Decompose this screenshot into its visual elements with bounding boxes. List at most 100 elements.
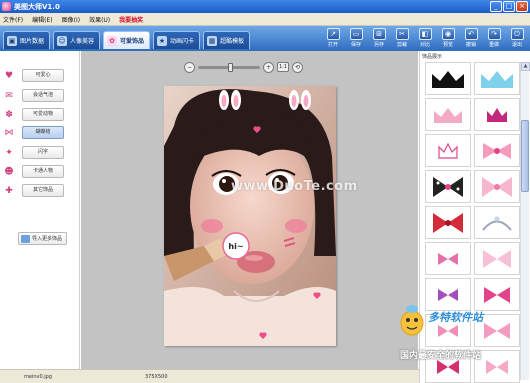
canvas-area: − + 1:1 ⟲ hi~ www.DuoTe.com: [81, 51, 418, 369]
sticker-magenta-crown[interactable]: [474, 98, 520, 131]
crown-icon: [487, 107, 507, 122]
category-button[interactable]: 卡通人物: [22, 165, 64, 178]
menu-effect[interactable]: 效果(U): [89, 15, 110, 24]
tab-image-data[interactable]: ▣ 图片数据: [3, 31, 51, 49]
heart-icon: ♥: [4, 70, 14, 81]
sticker-outline-crown[interactable]: [425, 134, 471, 167]
exit-button[interactable]: ⏻ 退出: [506, 27, 528, 50]
category-button[interactable]: 闪字: [22, 146, 64, 159]
sticker-tiara[interactable]: [474, 206, 520, 239]
category-button[interactable]: 会话气泡: [22, 89, 64, 102]
title-bar: 美图大师V1.0 _ □ ×: [0, 0, 530, 13]
menu-lottery[interactable]: 我要抽奖: [119, 15, 143, 24]
tiara-icon: [482, 216, 512, 231]
menu-image[interactable]: 图像(I): [62, 15, 80, 24]
sticker-pink-bow[interactable]: [474, 134, 520, 167]
crown-icon: [432, 70, 464, 88]
tab-label: 图片数据: [20, 38, 45, 45]
status-image-size: 375X500: [145, 373, 168, 380]
sticker-light-pink-bow[interactable]: [474, 242, 520, 275]
category-other[interactable]: ✚ 其它饰品: [2, 184, 78, 197]
redo-icon: ↷: [487, 28, 501, 40]
window-title: 美图大师V1.0: [14, 2, 60, 11]
sticker-red-bow[interactable]: [425, 206, 471, 239]
open-icon: ↗: [326, 28, 340, 40]
undo-button[interactable]: ↶ 撤销: [460, 27, 482, 50]
site-watermark-title: 多特软件站: [428, 311, 483, 324]
sticker-polka-bow[interactable]: [425, 170, 471, 203]
face-icon: ☺: [57, 35, 68, 46]
bow-icon: ⋈: [4, 127, 14, 138]
tool-label: 对比: [419, 42, 430, 48]
actual-size-button[interactable]: 1:1: [277, 62, 289, 72]
sticker-pink-checkered-bow[interactable]: [474, 170, 520, 203]
compare-button[interactable]: ◧ 对比: [414, 27, 436, 50]
tab-label: 人像美容: [70, 38, 95, 45]
status-bar: meinv0.jpg 375X500: [0, 369, 419, 383]
menu-bar: 文件(F) 编辑(E) 图像(I) 效果(U) 我要抽奖: [0, 13, 530, 26]
photo-canvas[interactable]: hi~: [164, 86, 336, 346]
power-icon: ⏻: [510, 28, 524, 40]
crop-button[interactable]: ✂ 剪裁: [391, 27, 413, 50]
category-animals[interactable]: ✽ 可爱动物: [2, 108, 78, 121]
bow-icon: [433, 212, 463, 233]
zoom-in-button[interactable]: +: [263, 61, 274, 73]
category-button[interactable]: 其它饰品: [22, 184, 64, 197]
tab-templates[interactable]: ▦ 超酷模板: [203, 31, 251, 49]
image-data-icon: ▣: [7, 35, 17, 46]
import-more-stickers-button[interactable]: 导入更多饰品: [18, 232, 68, 245]
tab-animation[interactable]: ★ 动画闪卡: [153, 31, 201, 49]
category-hearts[interactable]: ♥ 可爱心: [2, 69, 78, 82]
import-icon: [21, 234, 30, 243]
sticker-black-crown[interactable]: [425, 62, 471, 95]
maximize-button[interactable]: □: [503, 1, 515, 12]
close-button[interactable]: ×: [516, 1, 528, 12]
tab-cute-stickers[interactable]: ✿ 可爱饰品: [103, 31, 151, 49]
scroll-up-arrow-icon[interactable]: ▲: [521, 62, 530, 71]
fit-window-button[interactable]: ⟲: [292, 61, 303, 73]
save-button[interactable]: ▭ 保存: [345, 27, 367, 50]
menu-edit[interactable]: 编辑(E): [32, 15, 52, 24]
zoom-bar: − + 1:1 ⟲: [184, 60, 303, 74]
open-button[interactable]: ↗ 打开: [322, 27, 344, 50]
category-button[interactable]: 可爱心: [22, 69, 64, 82]
zoom-slider[interactable]: [198, 62, 260, 72]
redo-button[interactable]: ↷ 重做: [483, 27, 505, 50]
crown-icon: [481, 70, 513, 88]
tool-label: 预览: [442, 42, 453, 48]
zoom-out-button[interactable]: −: [184, 61, 195, 73]
zoom-slider-thumb[interactable]: [227, 62, 233, 72]
save-as-icon: ⊞: [372, 28, 386, 40]
crown-icon: [438, 142, 458, 159]
tab-beauty[interactable]: ☺ 人像美容: [53, 31, 101, 49]
undo-icon: ↶: [464, 28, 478, 40]
tool-label: 打开: [327, 42, 338, 48]
mode-tabs: ▣ 图片数据 ☺ 人像美容 ✿ 可爱饰品 ★ 动画闪卡 ▦ 超酷模板: [3, 31, 251, 49]
speech-bubble-icon: ✉: [5, 90, 13, 101]
category-button[interactable]: 蝴蝶结: [22, 126, 64, 139]
category-button[interactable]: 可爱动物: [22, 108, 64, 121]
preview-button[interactable]: ◉ 预览: [437, 27, 459, 50]
category-speech-bubbles[interactable]: ✉ 会话气泡: [2, 89, 78, 102]
category-sparkle-text[interactable]: ✦ 闪字: [2, 146, 78, 159]
category-cartoon[interactable]: ☻ 卡通人物: [2, 165, 78, 178]
menu-file[interactable]: 文件(F): [3, 15, 23, 24]
tool-label: 退出: [511, 42, 522, 48]
tool-buttons: ↗ 打开 ▭ 保存 ⊞ 另存 ✂ 剪裁 ◧ 对比 ◉ 预览 ↶ 撤销 ↷ 重做: [322, 27, 528, 50]
save-as-button[interactable]: ⊞ 另存: [368, 27, 390, 50]
gallery-title: 饰品展示: [422, 54, 443, 60]
import-label: 导入更多饰品: [32, 236, 63, 242]
bow-icon: [438, 252, 458, 265]
sticker-blue-crown[interactable]: [474, 62, 520, 95]
bow-icon: [482, 176, 512, 197]
sticker-pink-crown[interactable]: [425, 98, 471, 131]
scrollbar-thumb[interactable]: [521, 120, 529, 192]
portrait-photo: hi~: [164, 86, 336, 346]
cartoon-face-icon: ☻: [4, 166, 14, 177]
sticker-small-pink-bow[interactable]: [425, 242, 471, 275]
minimize-button[interactable]: _: [490, 1, 502, 12]
sparkle-icon: ✦: [5, 147, 13, 158]
mascot-logo: [400, 305, 424, 336]
tool-label: 保存: [350, 42, 361, 48]
category-bows[interactable]: ⋈ 蝴蝶结: [2, 126, 78, 139]
